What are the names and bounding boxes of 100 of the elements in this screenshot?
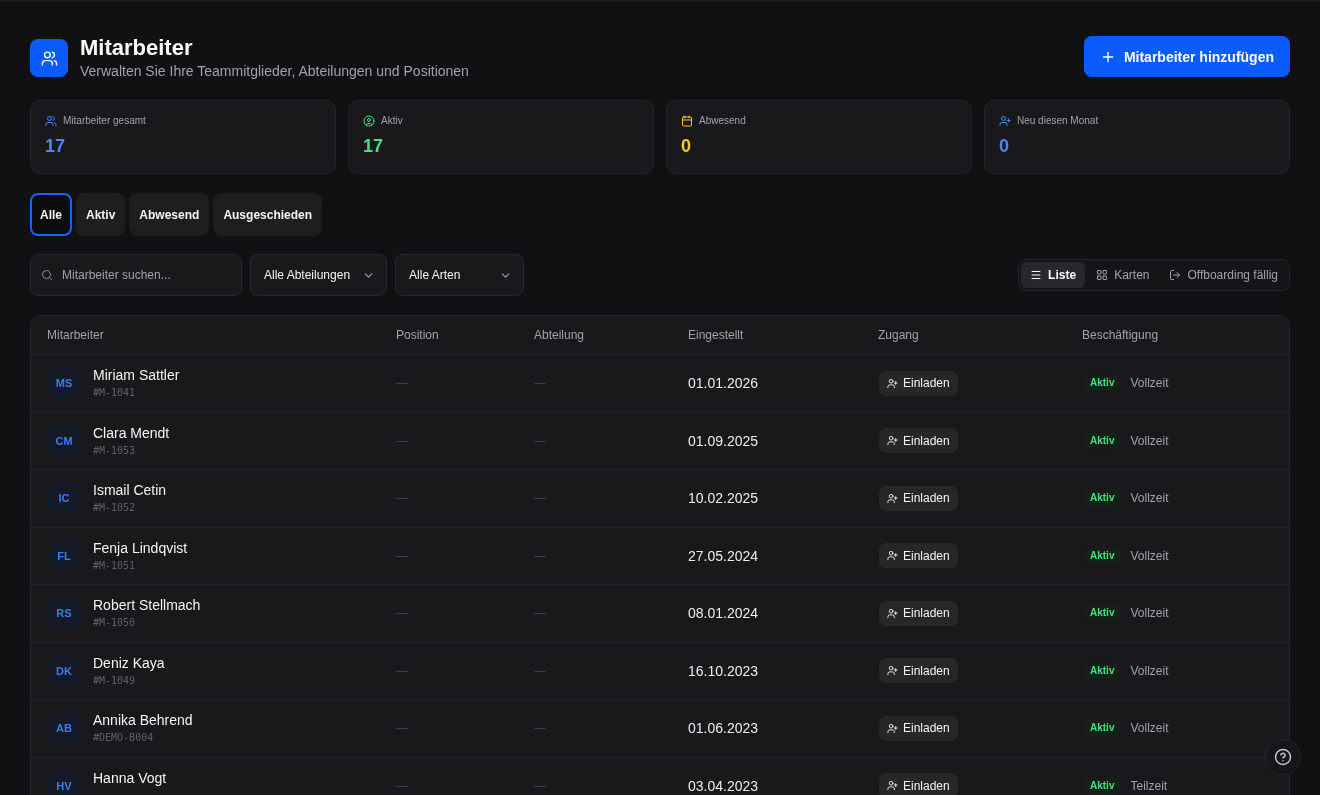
user-plus-icon	[887, 377, 898, 389]
employee-id: #M-1051	[93, 558, 137, 573]
status-badge: Aktiv	[1084, 547, 1121, 564]
grid-icon	[1096, 269, 1109, 281]
page-title: Mitarbeiter	[80, 36, 194, 60]
table-cell-text: —	[534, 548, 547, 563]
status-badge: Aktiv	[1084, 432, 1121, 449]
table-cell-text: —	[396, 606, 409, 621]
employment-type: Vollzeit	[1130, 548, 1169, 563]
table-cell-text: 01.01.2026	[688, 375, 760, 392]
employee-id: #M-1053	[93, 443, 137, 458]
stat-label: Neu diesen Monat	[1017, 115, 1099, 127]
employment-type: Vollzeit	[1130, 433, 1169, 448]
users-icon	[45, 115, 57, 127]
dropdown-select[interactable]: Alle Arten	[395, 254, 525, 296]
invite-button[interactable]: Einladen	[879, 485, 958, 511]
add-employee-button[interactable]: Mitarbeiter hinzufügen	[1083, 36, 1290, 77]
table-cell-text: 01.09.2025	[688, 432, 760, 449]
status-badge: Aktiv	[1084, 375, 1121, 392]
invite-button[interactable]: Einladen	[879, 715, 958, 741]
page-subtitle: Verwalten Sie Ihre Teammitglieder, Abteilungen und Positionen	[80, 63, 469, 80]
employee-name: Hanna Vogt	[93, 768, 167, 787]
table-cell-text: 03.04.2023	[688, 777, 760, 794]
column-header: Beschäftigung	[1082, 328, 1160, 342]
status-badge: Aktiv	[1084, 490, 1121, 507]
view-toggle[interactable]: Offboarding fällig	[1160, 262, 1287, 288]
user-plus-icon	[887, 780, 898, 792]
stat-value: 0	[681, 135, 692, 157]
user-plus-icon	[887, 492, 898, 504]
stat-value: 17	[363, 135, 385, 157]
table-cell-text: —	[534, 778, 547, 793]
column-header: Position	[396, 328, 440, 342]
list-icon	[1030, 269, 1043, 281]
employee-id: #M-1052	[93, 501, 137, 516]
search-field[interactable]: Mitarbeiter suchen...	[30, 254, 242, 296]
view-toggle[interactable]: Liste	[1021, 262, 1086, 288]
avatar-initials: IC	[47, 481, 81, 516]
table-cell-text: —	[534, 376, 547, 391]
stat-label: Abwesend	[699, 115, 746, 127]
table-cell-text: —	[534, 433, 547, 448]
avatar-initials: DK	[47, 653, 81, 688]
invite-button[interactable]: Einladen	[879, 370, 958, 396]
employment-type: Vollzeit	[1130, 376, 1169, 391]
invite-button[interactable]: Einladen	[879, 658, 958, 684]
employee-id: #DEMO-B004	[93, 731, 155, 746]
status-badge: Aktiv	[1084, 605, 1121, 622]
table-cell-text: —	[396, 433, 409, 448]
employment-type: Vollzeit	[1130, 721, 1169, 736]
table-cell-text: —	[534, 663, 547, 678]
table-cell-text: —	[534, 491, 547, 506]
user-plus-icon	[887, 607, 898, 619]
employee-name: Robert Stellmach	[93, 596, 201, 615]
dropdown-select[interactable]: Alle Abteilungen	[250, 254, 388, 296]
column-header: Eingestellt	[688, 328, 745, 342]
column-header: Zugang	[878, 328, 920, 342]
filter-tab[interactable]: Abwesend	[129, 193, 210, 236]
stat-value: 17	[45, 135, 67, 157]
employment-type: Teilzeit	[1130, 778, 1168, 793]
avatar-initials: AB	[47, 711, 81, 746]
table-cell-text: —	[396, 491, 409, 506]
table-cell-text: 08.01.2024	[688, 605, 760, 622]
view-toggle[interactable]: Karten	[1087, 262, 1159, 288]
invite-button[interactable]: Einladen	[879, 428, 958, 454]
filter-tab[interactable]: Ausgeschieden	[213, 193, 323, 236]
status-badge: Aktiv	[1084, 720, 1121, 737]
user-plus-icon	[887, 550, 898, 562]
filter-tab[interactable]: Alle	[30, 193, 72, 236]
table-cell-text: 27.05.2024	[688, 547, 760, 564]
stat-value: 0	[999, 135, 1010, 157]
table-cell-text: 10.02.2025	[688, 490, 760, 507]
employee-name: Deniz Kaya	[93, 653, 165, 672]
invite-button[interactable]: Einladen	[879, 543, 958, 569]
avatar-initials: MS	[47, 366, 81, 401]
table-cell-text: —	[396, 663, 409, 678]
employment-type: Vollzeit	[1130, 606, 1169, 621]
table-cell-text: —	[396, 721, 409, 736]
employee-name: Ismail Cetin	[93, 481, 167, 500]
status-badge: Aktiv	[1084, 777, 1121, 794]
avatar-initials: CM	[47, 423, 81, 458]
stat-label: Mitarbeiter gesamt	[63, 115, 146, 127]
users-icon	[30, 39, 68, 77]
employment-type: Vollzeit	[1130, 663, 1169, 678]
table-cell-text: —	[396, 778, 409, 793]
column-header: Mitarbeiter	[47, 328, 105, 342]
calendar-icon	[681, 115, 693, 127]
table-cell-text: —	[396, 548, 409, 563]
table-cell-text: —	[534, 606, 547, 621]
employee-name: Clara Mendt	[93, 423, 170, 442]
filter-tab[interactable]: Aktiv	[76, 193, 126, 236]
invite-button[interactable]: Einladen	[879, 773, 958, 795]
table-cell-text: 01.06.2023	[688, 720, 760, 737]
table-cell-text: —	[396, 376, 409, 391]
help-button[interactable]	[1265, 739, 1301, 775]
user-plus-icon	[887, 665, 898, 677]
employment-type: Vollzeit	[1130, 491, 1169, 506]
search-icon	[41, 269, 53, 281]
table-cell-text: —	[534, 721, 547, 736]
exit-icon	[1169, 269, 1182, 281]
status-badge: Aktiv	[1084, 662, 1121, 679]
invite-button[interactable]: Einladen	[879, 600, 958, 626]
